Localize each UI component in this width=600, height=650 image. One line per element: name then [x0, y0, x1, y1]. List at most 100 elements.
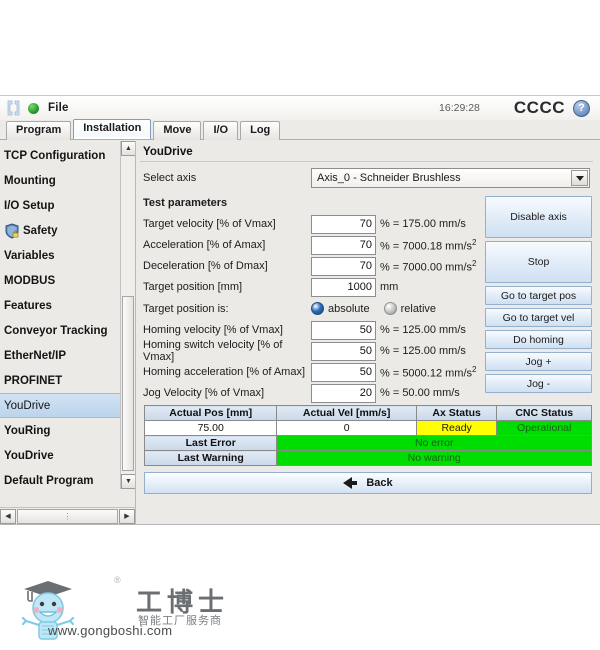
select-axis-row: Select axis Axis_0 - Schneider Brushless: [140, 167, 593, 189]
go-to-target-pos-button[interactable]: Go to target pos: [485, 286, 592, 305]
installation-sidebar: TCP Configuration Mounting I/O Setup Saf…: [0, 141, 136, 524]
sidebar-item-io-setup[interactable]: I/O Setup: [0, 193, 135, 218]
sidebar-item-label: TCP Configuration: [4, 149, 106, 162]
table-row-last-warning: Last Warning No warning: [143, 450, 592, 466]
sidebar-item-safety[interactable]: Safety: [0, 218, 135, 243]
test-parameters-label: Test parameters: [143, 197, 228, 209]
arrow-left-icon: [343, 477, 353, 489]
target-velocity-input[interactable]: 70: [311, 214, 376, 234]
target-position-label: Target position [mm]: [143, 281, 243, 293]
header-actual-vel: Actual Vel [mm/s]: [276, 405, 417, 421]
homing-acceleration-label: Homing acceleration [% of Amax]: [143, 366, 306, 378]
axis-select-value: Axis_0 - Schneider Brushless: [317, 172, 461, 184]
target-position-input[interactable]: 1000: [311, 277, 376, 297]
back-button[interactable]: Back: [144, 472, 592, 494]
sidebar-vertical-scrollbar[interactable]: ▲ ▼: [120, 141, 135, 489]
sidebar-item-label: Conveyor Tracking: [4, 324, 108, 337]
scroll-right-icon[interactable]: ▶: [119, 508, 135, 524]
sidebar-item-youdrive-2[interactable]: YouDrive: [0, 443, 135, 468]
axis-select-dropdown[interactable]: Axis_0 - Schneider Brushless: [311, 168, 590, 188]
homing-velocity-label: Homing velocity [% of Vmax]: [143, 324, 283, 336]
stop-button[interactable]: Stop: [485, 241, 592, 283]
sidebar-item-label: YouDrive: [4, 399, 51, 412]
sidebar-item-variables[interactable]: Variables: [0, 243, 135, 268]
sidebar-item-label: Features: [4, 299, 52, 312]
go-to-target-vel-button[interactable]: Go to target vel: [485, 308, 592, 327]
command-button-column: Disable axis Stop Go to target pos Go to…: [485, 196, 592, 396]
label-last-warning: Last Warning: [143, 450, 278, 466]
value-actual-vel: 0: [276, 420, 417, 436]
target-velocity-unit-text: % = 175.00 mm/s: [380, 218, 466, 230]
tab-move[interactable]: Move: [153, 121, 202, 140]
tab-log[interactable]: Log: [240, 121, 281, 140]
sidebar-item-label: Mounting: [4, 174, 56, 187]
radio-relative-icon[interactable]: [383, 302, 397, 315]
tab-io[interactable]: I/O: [203, 121, 239, 140]
file-menu-button[interactable]: File: [44, 101, 73, 115]
sidebar-item-label: Default Program: [4, 474, 94, 487]
do-homing-button[interactable]: Do homing: [485, 330, 592, 349]
help-icon[interactable]: ?: [573, 99, 590, 117]
sidebar-horizontal-scroll-thumb[interactable]: ⋮: [17, 508, 118, 524]
sidebar-item-youdrive[interactable]: YouDrive: [0, 393, 135, 418]
value-actual-pos: 75.00: [143, 420, 278, 436]
sidebar-item-label: YouDrive: [4, 449, 54, 462]
homing-velocity-input[interactable]: 50: [311, 320, 376, 340]
scroll-down-icon[interactable]: ▼: [121, 474, 135, 489]
radio-relative[interactable]: relative: [383, 302, 437, 315]
acceleration-label: Acceleration [% of Amax]: [143, 239, 266, 251]
sidebar-vertical-scroll-thumb[interactable]: [122, 296, 134, 471]
homing-switch-velocity-input[interactable]: 50: [311, 341, 376, 361]
homing-acceleration-input[interactable]: 50: [311, 362, 376, 382]
sidebar-item-tcp-configuration[interactable]: TCP Configuration: [0, 143, 135, 168]
chevron-down-icon[interactable]: [571, 170, 588, 186]
jog-plus-button[interactable]: Jog +: [485, 352, 592, 371]
watermark-url: www.gongboshi.com: [48, 623, 173, 638]
title-bar: File 16:29:28 CCCC ?: [0, 96, 600, 120]
sidebar-item-default-program[interactable]: Default Program: [0, 468, 135, 493]
sidebar-item-label: I/O Setup: [4, 199, 55, 212]
back-button-label: Back: [366, 477, 393, 489]
header-actual-pos: Actual Pos [mm]: [143, 405, 278, 421]
target-velocity-unit: % = 175.00 mm/s: [380, 218, 466, 230]
axis-status-table: Actual Pos [mm] Actual Vel [mm/s] Ax Sta…: [143, 405, 592, 466]
deceleration-input[interactable]: 70: [311, 256, 376, 276]
table-row: 75.00 0 Ready Operational: [143, 420, 592, 436]
scroll-left-icon[interactable]: ◀: [0, 508, 16, 524]
deceleration-label: Deceleration [% of Dmax]: [143, 260, 268, 272]
sidebar-item-profinet[interactable]: PROFINET: [0, 368, 135, 393]
sidebar-item-youring[interactable]: YouRing: [0, 418, 135, 443]
sidebar-item-conveyor-tracking[interactable]: Conveyor Tracking: [0, 318, 135, 343]
deceleration-unit-text: % = 7000.00 mm/s: [380, 261, 473, 274]
main-tab-bar: Program Installation Move I/O Log: [0, 119, 600, 140]
select-axis-label: Select axis: [143, 172, 197, 184]
disable-axis-button[interactable]: Disable axis: [485, 196, 592, 238]
radio-absolute-icon[interactable]: [311, 302, 324, 315]
acceleration-unit-exponent: 2: [472, 237, 477, 247]
tab-installation[interactable]: Installation: [73, 119, 152, 139]
sidebar-item-ethernet-ip[interactable]: EtherNet/IP: [0, 343, 135, 368]
sidebar-item-features[interactable]: Features: [0, 293, 135, 318]
radio-relative-label: relative: [400, 302, 437, 315]
radio-absolute[interactable]: absolute: [311, 302, 370, 315]
clock-label: 16:29:28: [439, 102, 480, 114]
table-row-last-error: Last Error No error: [143, 435, 592, 451]
gongboshi-watermark: ® 工博士 智能工厂服务商 www.gongboshi.com: [14, 575, 274, 645]
tab-program[interactable]: Program: [6, 121, 72, 140]
label-last-error: Last Error: [143, 435, 278, 451]
deceleration-unit-exponent: 2: [472, 258, 477, 268]
value-ax-status: Ready: [415, 420, 498, 436]
jog-minus-button[interactable]: Jog -: [485, 374, 592, 393]
acceleration-input[interactable]: 70: [311, 235, 376, 255]
sidebar-horizontal-scrollbar[interactable]: ◀ ⋮ ▶: [0, 507, 135, 524]
sidebar-item-modbus[interactable]: MODBUS: [0, 268, 135, 293]
value-last-error: No error: [276, 435, 592, 451]
sidebar-item-mounting[interactable]: Mounting: [0, 168, 135, 193]
header-cnc-status: CNC Status: [496, 405, 592, 421]
target-velocity-label: Target velocity [% of Vmax]: [143, 218, 276, 230]
jog-velocity-input[interactable]: 20: [311, 383, 376, 403]
sidebar-item-label: YouRing: [4, 424, 51, 437]
brand-label: CCCC: [513, 98, 565, 117]
scroll-up-icon[interactable]: ▲: [121, 141, 135, 156]
sidebar-item-label: Variables: [4, 249, 55, 262]
